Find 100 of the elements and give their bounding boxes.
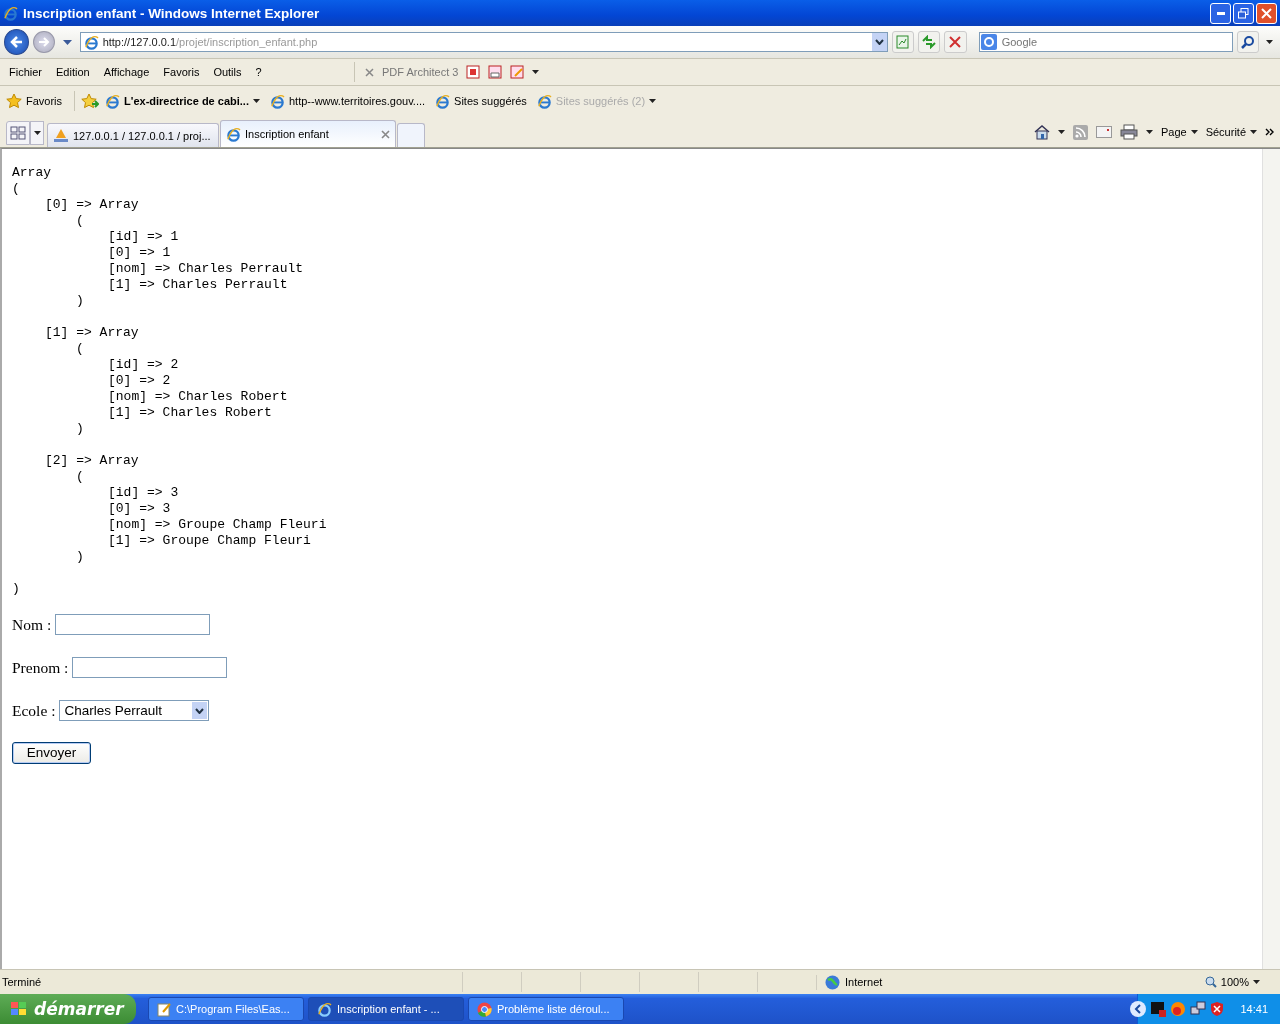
close-icon[interactable] bbox=[365, 67, 374, 77]
home-icon[interactable] bbox=[1033, 124, 1050, 140]
tray-expand-button[interactable] bbox=[1130, 1001, 1147, 1017]
pdf-icon[interactable] bbox=[466, 65, 481, 79]
taskbar-button[interactable]: Inscription enfant - ... bbox=[308, 997, 464, 1021]
menu-item[interactable]: Outils bbox=[206, 66, 249, 78]
zoom-level[interactable]: 100% bbox=[1154, 976, 1280, 988]
back-arrow-icon bbox=[9, 35, 24, 49]
menu-item[interactable]: Favoris bbox=[156, 66, 207, 78]
field-label: Prenom : bbox=[12, 658, 69, 677]
shield-icon[interactable] bbox=[1210, 1001, 1225, 1017]
network-icon[interactable] bbox=[1190, 1001, 1207, 1017]
code-line: ) bbox=[75, 293, 85, 309]
menu-item[interactable]: Affichage bbox=[96, 66, 157, 78]
close-button[interactable] bbox=[1256, 2, 1277, 24]
menu-item[interactable]: ? bbox=[248, 66, 269, 78]
pdf-icon[interactable] bbox=[488, 65, 503, 79]
favorite-link[interactable]: http--www.territoires.gouv.... bbox=[269, 93, 430, 109]
browser-logo-icon bbox=[105, 93, 121, 109]
code-line: [1] => Charles Perrault bbox=[107, 277, 289, 293]
menu-item[interactable]: Fichier bbox=[2, 66, 49, 78]
mail-icon[interactable] bbox=[1095, 126, 1112, 138]
grid-icon bbox=[10, 126, 26, 140]
code-line: [nom] => Groupe Champ Fleuri bbox=[107, 517, 328, 533]
refresh-icon bbox=[921, 35, 938, 49]
caret-icon bbox=[532, 70, 540, 74]
status-text: Terminé bbox=[1, 976, 43, 988]
chevron-icon bbox=[195, 707, 205, 714]
code-line: ( bbox=[75, 341, 85, 357]
code-line: ( bbox=[12, 181, 21, 197]
field-label: Ecole : bbox=[12, 701, 56, 720]
window-title: Inscription enfant - Windows Internet Explorer bbox=[23, 5, 321, 21]
code-line: [nom] => Charles Robert bbox=[107, 389, 289, 405]
code-line: [0] => 2 bbox=[107, 373, 172, 389]
code-line: ) bbox=[75, 421, 85, 437]
sailboat-icon bbox=[53, 128, 69, 143]
notepad-icon bbox=[157, 1001, 171, 1017]
back-button[interactable] bbox=[4, 29, 30, 55]
search-button[interactable] bbox=[1236, 31, 1259, 53]
page-icon bbox=[896, 35, 910, 49]
caret-icon bbox=[1057, 130, 1065, 134]
tab-list-dropdown[interactable] bbox=[30, 121, 44, 145]
text-input[interactable] bbox=[72, 657, 228, 678]
forward-arrow-icon bbox=[37, 36, 50, 48]
favorites-button[interactable]: Favoris bbox=[6, 93, 69, 109]
browser-logo-icon bbox=[83, 34, 99, 50]
scrollbar[interactable] bbox=[1262, 149, 1280, 969]
browser-logo-icon bbox=[226, 126, 241, 142]
school-select[interactable]: Charles Perrault bbox=[59, 700, 210, 721]
text-input[interactable] bbox=[55, 614, 211, 635]
browser-tab[interactable]: 127.0.0.1 / 127.0.0.1 / proj... bbox=[47, 123, 219, 147]
browser-logo-icon bbox=[3, 5, 18, 21]
taskbar-button[interactable]: Problème liste déroul... bbox=[468, 997, 624, 1021]
search-field[interactable]: Google bbox=[978, 32, 1233, 52]
forward-button[interactable] bbox=[33, 31, 55, 53]
caret-icon bbox=[1145, 130, 1153, 134]
pdf-icon[interactable] bbox=[510, 65, 525, 79]
restore-button[interactable] bbox=[1233, 2, 1254, 24]
favorite-link[interactable]: L'ex-directrice de cabi... bbox=[105, 93, 264, 109]
address-field[interactable]: http://127.0.0.1/projet/inscription_enfant.php bbox=[79, 32, 888, 52]
browser-tab[interactable]: Inscription enfant bbox=[220, 120, 396, 147]
caret-icon bbox=[1266, 40, 1273, 44]
search-options-dropdown[interactable] bbox=[1263, 40, 1276, 44]
close-tab-icon[interactable] bbox=[381, 129, 390, 139]
refresh-button[interactable] bbox=[917, 31, 941, 53]
favorite-link[interactable]: Sites suggérés bbox=[435, 93, 531, 109]
code-line: ) bbox=[75, 549, 85, 565]
code-line: [1] => Groupe Champ Fleuri bbox=[107, 533, 312, 549]
more-button[interactable] bbox=[1265, 126, 1274, 138]
caret-icon bbox=[33, 131, 41, 135]
dropdown-button[interactable] bbox=[871, 33, 887, 51]
browser-logo-icon bbox=[536, 93, 552, 109]
command-menu[interactable]: Sécurité bbox=[1205, 126, 1257, 138]
browser-logo-icon bbox=[269, 93, 285, 109]
code-line: [id] => 2 bbox=[107, 357, 180, 373]
quick-tabs-button[interactable] bbox=[6, 121, 30, 145]
stop-button[interactable] bbox=[944, 31, 967, 53]
code-line: [id] => 1 bbox=[107, 229, 180, 245]
command-menu[interactable]: Page bbox=[1160, 126, 1198, 138]
taskbar-button[interactable]: C:\Program Files\Eas... bbox=[148, 997, 304, 1021]
browser-logo-icon bbox=[435, 93, 451, 109]
code-line: [1] => Array bbox=[44, 325, 140, 341]
feed-icon[interactable] bbox=[1072, 124, 1088, 140]
close-icon bbox=[1261, 7, 1272, 19]
security-zone: Internet bbox=[816, 974, 985, 990]
minimize-button[interactable] bbox=[1210, 2, 1231, 24]
caret-icon bbox=[62, 39, 72, 45]
double-chevron-icon bbox=[1265, 128, 1274, 136]
printer-icon[interactable] bbox=[1119, 124, 1138, 140]
menu-item[interactable]: Edition bbox=[49, 66, 97, 78]
chevron-icon bbox=[1134, 1004, 1143, 1014]
code-line: [0] => 3 bbox=[107, 501, 172, 517]
add-favorite-icon[interactable] bbox=[81, 93, 100, 109]
monitor-icon[interactable] bbox=[1150, 1001, 1167, 1017]
code-line: [1] => Charles Robert bbox=[107, 405, 273, 421]
globe-icon bbox=[825, 974, 840, 990]
caret-icon bbox=[1253, 980, 1260, 984]
clock: 14:41 bbox=[1240, 1003, 1268, 1015]
search-icon bbox=[1240, 35, 1255, 49]
submit-button[interactable]: Envoyer bbox=[12, 741, 91, 764]
